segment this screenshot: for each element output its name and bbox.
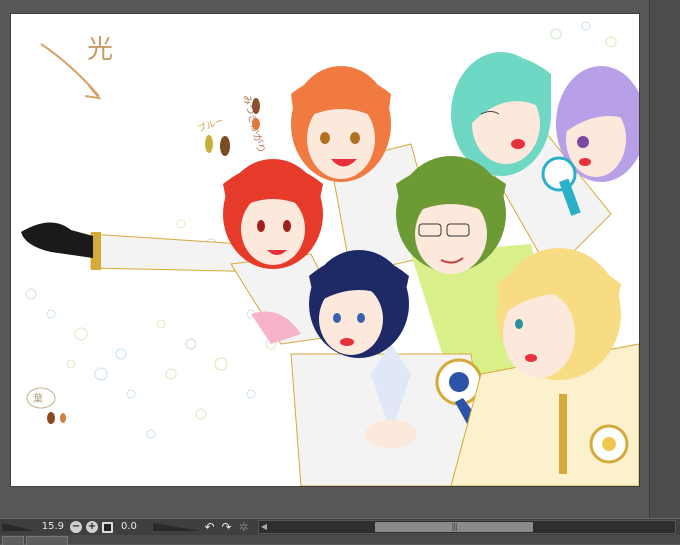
swatch-yellow	[205, 135, 213, 153]
note-blue: ブルー	[196, 114, 225, 135]
note-hikari: 光	[87, 35, 113, 65]
swatch-orange	[252, 118, 260, 130]
zoom-in-icon[interactable]: +	[86, 521, 98, 533]
horizontal-scroll-thumb[interactable]: |||	[375, 522, 533, 532]
rotate-left-icon[interactable]: ↶	[203, 520, 216, 534]
scroll-left-icon[interactable]: ◀	[259, 521, 269, 533]
swatch-brown-3	[47, 412, 55, 424]
zoom-out-icon[interactable]: −	[70, 521, 82, 533]
swatch-brown-2	[220, 136, 230, 156]
rotation-slider[interactable]	[153, 521, 201, 533]
canvas-toolbar: 15.9 − + 0.0 ↶ ↷ ✲ ◀ |||	[0, 518, 680, 535]
note-ha: 葉	[33, 392, 43, 405]
rotate-right-icon[interactable]: ↷	[220, 520, 233, 534]
reset-rotation-icon[interactable]: ✲	[237, 520, 250, 534]
workspace: 光 みつきかがり ブルー 葉	[0, 0, 680, 518]
swatch-brown-1	[252, 98, 260, 114]
drawing-canvas[interactable]: 光 みつきかがり ブルー 葉	[11, 14, 639, 486]
zoom-slider[interactable]	[2, 521, 36, 533]
horizontal-scrollbar[interactable]: ◀ |||	[258, 520, 676, 534]
swatch-orange-2	[60, 413, 66, 423]
vertical-scrollbar[interactable]	[649, 0, 680, 518]
rotation-value[interactable]: 0.0	[121, 520, 153, 534]
character-red	[21, 159, 352, 345]
artwork: 光 みつきかがり ブルー 葉	[21, 21, 639, 486]
fit-view-icon[interactable]	[102, 521, 113, 533]
status-bar	[0, 535, 680, 545]
zoom-value[interactable]: 15.9	[36, 520, 64, 534]
